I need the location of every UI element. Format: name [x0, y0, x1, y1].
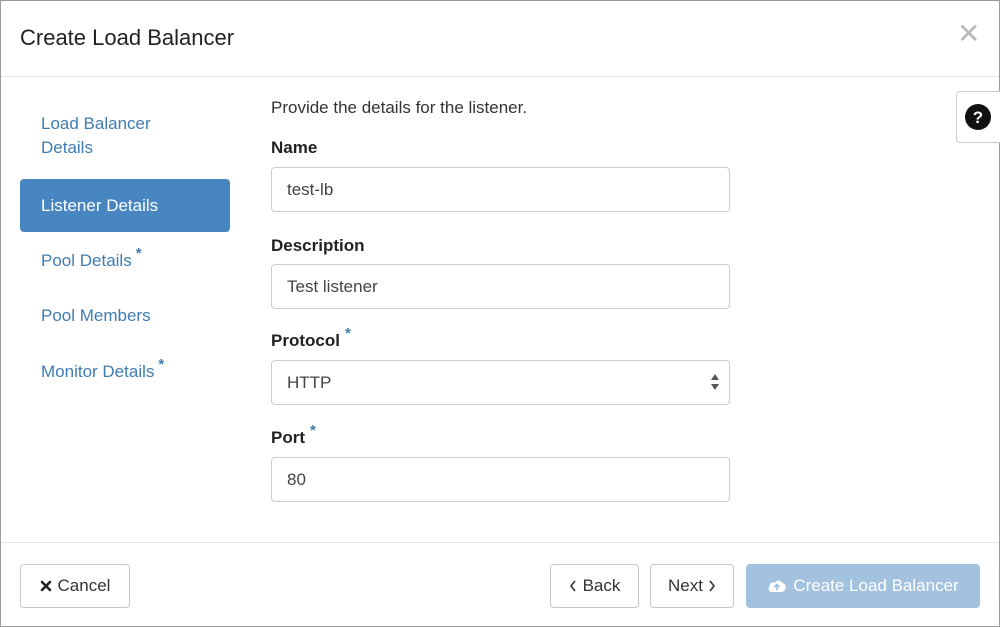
- create-load-balancer-button[interactable]: Create Load Balancer: [746, 564, 980, 608]
- back-button-label: Back: [582, 576, 621, 595]
- nav-item-label: Details: [41, 138, 93, 157]
- required-marker: *: [344, 325, 351, 342]
- protocol-label-text: Protocol: [271, 331, 340, 350]
- protocol-select-value: HTTP: [287, 373, 332, 392]
- protocol-label: Protocol *: [271, 325, 351, 351]
- nav-item-label: Pool Details: [41, 251, 132, 270]
- footer-divider: [1, 542, 999, 543]
- help-button[interactable]: ?: [956, 91, 1000, 143]
- required-marker: *: [158, 356, 165, 373]
- next-button[interactable]: Next: [650, 564, 734, 608]
- chevron-right-icon: [709, 580, 716, 592]
- cancel-button[interactable]: Cancel: [20, 564, 130, 608]
- svg-text:?: ?: [973, 108, 983, 127]
- dialog-header: Create Load Balancer ✕: [1, 1, 999, 77]
- description-input-value: Test listener: [287, 277, 378, 296]
- nav-item-pool-details[interactable]: Pool Details *: [20, 245, 230, 274]
- nav-item-load-balancer-details[interactable]: Load Balancer Details: [20, 112, 230, 160]
- question-circle-icon: ?: [965, 104, 991, 130]
- port-input[interactable]: 80: [271, 457, 730, 502]
- nav-item-pool-members[interactable]: Pool Members: [20, 304, 230, 328]
- port-label: Port *: [271, 422, 316, 448]
- nav-item-label: Load Balancer: [41, 114, 151, 133]
- form-intro: Provide the details for the listener.: [271, 98, 528, 117]
- protocol-select[interactable]: HTTP: [271, 360, 730, 405]
- dialog-title: Create Load Balancer: [20, 25, 235, 50]
- nav-item-label: Pool Members: [41, 306, 151, 325]
- create-load-balancer-dialog: Create Load Balancer ✕ Load Balancer Det…: [0, 0, 1000, 627]
- close-icon: [40, 580, 51, 592]
- select-arrows-icon: [711, 374, 719, 390]
- cloud-upload-icon: [768, 580, 787, 592]
- nav-item-monitor-details[interactable]: Monitor Details *: [20, 356, 230, 385]
- description-label: Description: [271, 236, 365, 255]
- create-button-label: Create Load Balancer: [793, 576, 959, 595]
- port-input-value: 80: [287, 470, 306, 489]
- nav-item-listener-details[interactable]: Listener Details: [20, 179, 230, 232]
- close-icon[interactable]: ✕: [957, 20, 980, 48]
- cancel-button-label: Cancel: [57, 576, 111, 595]
- name-input[interactable]: test-lb: [271, 167, 730, 212]
- name-label: Name: [271, 138, 318, 157]
- required-marker: *: [135, 245, 142, 262]
- required-marker: *: [310, 422, 316, 439]
- back-button[interactable]: Back: [550, 564, 639, 608]
- nav-item-label: Monitor Details: [41, 362, 155, 381]
- next-button-label: Next: [668, 576, 703, 595]
- description-input[interactable]: Test listener: [271, 264, 730, 309]
- name-input-value: test-lb: [287, 180, 334, 199]
- nav-item-label: Listener Details: [41, 195, 159, 215]
- chevron-left-icon: [569, 580, 576, 592]
- port-label-text: Port: [271, 428, 305, 447]
